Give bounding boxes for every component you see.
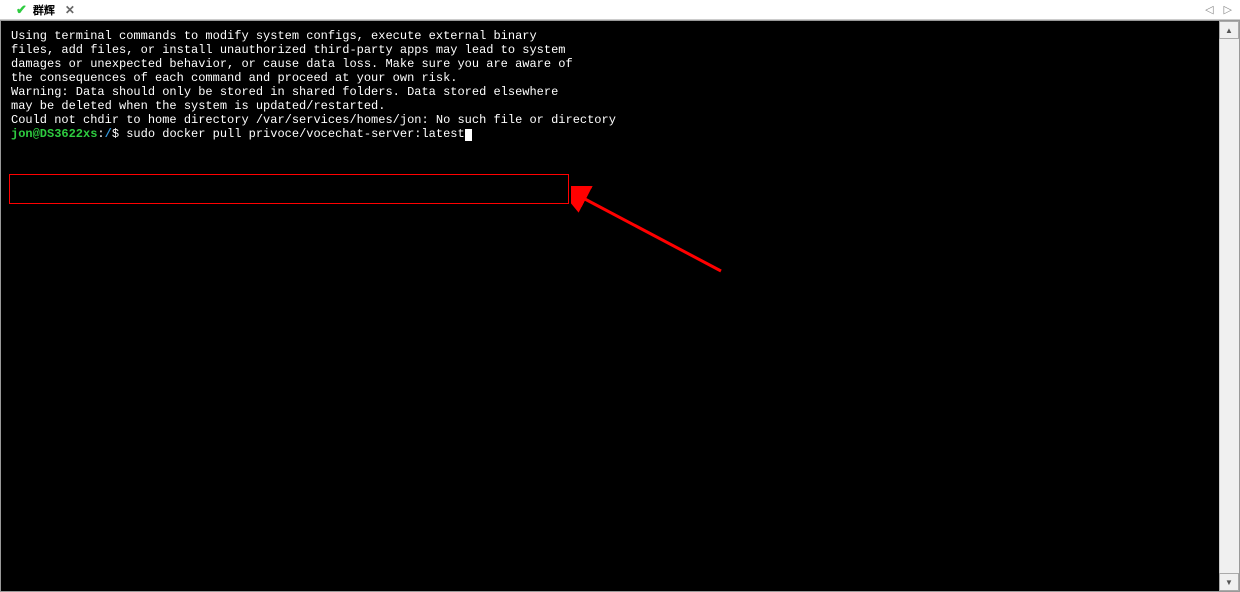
- terminal[interactable]: Using terminal commands to modify system…: [1, 21, 1219, 591]
- prompt-path: /: [105, 127, 112, 141]
- terminal-line: the consequences of each command and pro…: [11, 71, 1211, 85]
- scrollbar-track[interactable]: ▲ ▼: [1219, 21, 1239, 591]
- tab-item[interactable]: ✔ 群辉 ✕: [8, 0, 83, 20]
- terminal-wrapper: Using terminal commands to modify system…: [0, 20, 1240, 592]
- tab-title: 群辉: [33, 2, 55, 18]
- check-icon: ✔: [16, 2, 27, 18]
- nav-arrows: ◁ ▷: [1205, 3, 1232, 16]
- scrollbar-up-icon[interactable]: ▲: [1219, 21, 1239, 39]
- nav-prev-icon[interactable]: ◁: [1205, 3, 1213, 16]
- prompt-separator: :: [97, 127, 104, 141]
- tab-left-group: ✔ 群辉 ✕: [8, 0, 83, 20]
- terminal-line: Using terminal commands to modify system…: [11, 29, 1211, 43]
- prompt-user-host: jon@DS3622xs: [11, 127, 97, 141]
- tab-bar: ✔ 群辉 ✕ ◁ ▷: [0, 0, 1240, 20]
- nav-next-icon[interactable]: ▷: [1224, 3, 1232, 16]
- prompt-dollar: $: [112, 127, 126, 141]
- terminal-line: damages or unexpected behavior, or cause…: [11, 57, 1211, 71]
- terminal-line: Could not chdir to home directory /var/s…: [11, 113, 1211, 127]
- arrow-annotation-icon: [571, 186, 731, 286]
- scrollbar-down-icon[interactable]: ▼: [1219, 573, 1239, 591]
- terminal-line: Warning: Data should only be stored in s…: [11, 85, 1211, 99]
- close-icon[interactable]: ✕: [65, 3, 75, 17]
- prompt-line: jon@DS3622xs:/$ sudo docker pull privoce…: [11, 127, 1211, 141]
- cursor-icon: [465, 129, 472, 141]
- terminal-line: may be deleted when the system is update…: [11, 99, 1211, 113]
- terminal-line: files, add files, or install unauthorize…: [11, 43, 1211, 57]
- highlight-box-annotation: [9, 174, 569, 204]
- command-text: sudo docker pull privoce/vocechat-server…: [126, 127, 464, 141]
